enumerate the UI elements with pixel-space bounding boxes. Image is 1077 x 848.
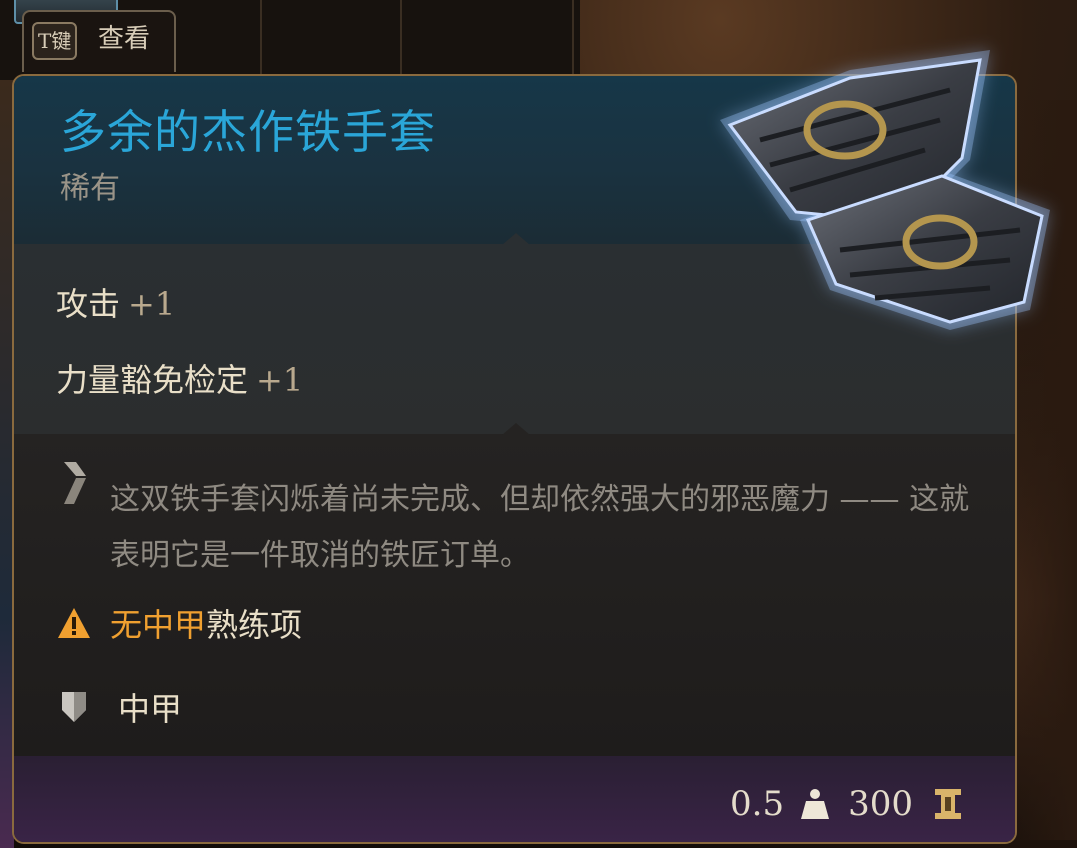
gauntlets-icon: [720, 50, 1050, 330]
proficiency-warning: 无中甲 熟练项: [56, 598, 302, 648]
weight-value: 0.5: [730, 784, 785, 824]
inspect-key-badge: T键: [32, 22, 78, 60]
inspect-hint[interactable]: T键 查看: [22, 10, 176, 72]
gold-value: 300: [848, 784, 913, 824]
slot-divider: [400, 0, 402, 80]
armor-shield-icon: [62, 692, 86, 722]
slot-divider: [572, 0, 574, 80]
armor-type-label: 中甲: [118, 690, 183, 728]
inspect-label: 查看: [98, 24, 151, 54]
gold-icon: [935, 789, 961, 819]
stat-row: 力量豁免检定 +1: [56, 360, 303, 400]
stat-label: 力量豁免检定: [56, 361, 249, 399]
warning-text: 熟练项: [206, 606, 303, 644]
stat-row: 攻击 +1: [56, 284, 175, 324]
warning-highlight: 无中甲: [110, 606, 207, 644]
stat-bonus: +1: [128, 285, 176, 323]
game-scene: T键 查看 多余的杰作铁手套 稀有 攻击 +1 力量豁免检定 +1 这双铁手套闪烁着…: [0, 0, 1077, 848]
slot-divider: [260, 0, 262, 80]
stat-bonus: +1: [256, 361, 304, 399]
item-footer-values: 0.5 300: [730, 782, 963, 826]
warning-icon: [58, 608, 90, 638]
description-icon: [64, 462, 86, 504]
item-name: 多余的杰作铁手套: [60, 105, 436, 159]
stat-label: 攻击: [56, 285, 121, 323]
weight-icon: [801, 789, 830, 819]
item-rarity: 稀有: [60, 171, 120, 206]
item-description: 这双铁手套闪烁着尚未完成、但却依然强大的邪恶魔力 —— 这就表明它是一件取消的铁…: [110, 482, 970, 573]
section-notch: [502, 421, 530, 435]
section-notch: [502, 231, 530, 245]
armor-type-row: 中甲: [60, 682, 182, 732]
